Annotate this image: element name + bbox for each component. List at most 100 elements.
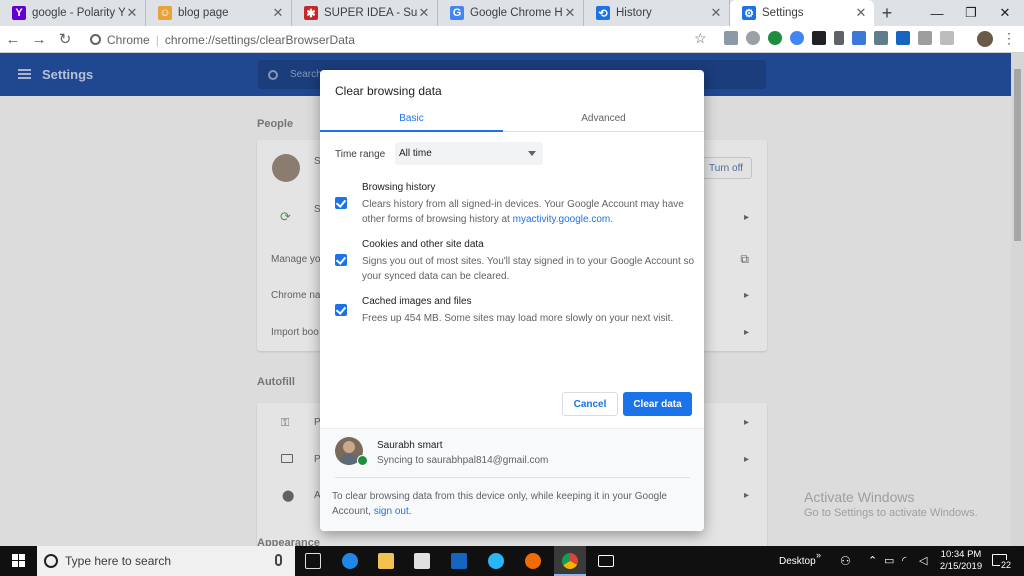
file-explorer-icon[interactable] [378,553,394,569]
extension-icon[interactable] [834,31,844,45]
extension-icon[interactable] [896,31,910,45]
account-sync-status: Syncing to saurabhpal814@gmail.com [377,455,549,466]
option-description: Clears history from all signed-in device… [362,197,697,227]
location-pin-icon: ⬤ [282,490,295,502]
section-title-appearance: Appearance [257,537,320,546]
people-row[interactable]: Chrome na [271,290,320,301]
firefox-icon[interactable] [525,553,541,569]
show-hidden-icons-icon[interactable]: ⌃ [868,554,877,567]
account-avatar [272,154,300,182]
extension-icon[interactable] [852,31,866,45]
reload-icon[interactable]: ↻ [52,26,78,53]
cached-images-checkbox[interactable] [335,304,347,316]
option-title: Cached images and files [362,296,472,307]
option-description-text: Signs you out of most sites. You'll stay… [362,256,695,282]
browsing-history-checkbox[interactable] [335,197,347,209]
tab-title: blog page [178,7,229,19]
extension-icon[interactable] [874,31,888,45]
forward-arrow-icon[interactable]: → [26,26,52,53]
browser-tab-blog[interactable]: ☺ blog page ✕ [146,0,292,26]
close-icon[interactable]: ✕ [125,5,139,21]
extension-icon[interactable] [790,31,804,45]
new-tab-button[interactable]: + [874,0,900,26]
close-window-icon[interactable]: ✕ [988,0,1022,26]
tab-title: Settings [762,7,804,19]
cancel-button[interactable]: Cancel [562,392,618,416]
minimize-icon[interactable]: — [920,0,954,26]
dropdown-caret-icon [528,151,536,156]
extension-icon[interactable] [768,31,782,45]
close-icon[interactable]: ✕ [709,5,723,21]
close-icon[interactable]: ✕ [854,5,868,21]
scrollbar-thumb[interactable] [1014,69,1021,241]
chevron-right-icon: ▸ [743,290,749,301]
desktop-toolbar-label[interactable]: Desktop [779,556,816,567]
tab-title: History [616,7,652,19]
browser-tab-yahoo[interactable]: Y google - Polarity Yahoo ✕ [0,0,146,26]
people-icon[interactable]: ⚇ [840,554,851,568]
back-arrow-icon[interactable]: ← [0,26,26,53]
browser-tab-chrome-history[interactable]: G Google Chrome Histor ✕ [438,0,584,26]
bookmark-star-icon[interactable]: ☆ [694,30,707,47]
sign-out-link[interactable]: sign out [374,506,409,517]
extension-icon[interactable] [724,31,738,45]
task-view-icon[interactable] [305,553,321,569]
internet-explorer-icon[interactable] [488,553,504,569]
mail-icon[interactable] [598,555,614,567]
cortana-icon [44,554,58,568]
gear-icon: ⚙ [742,6,756,20]
tab-basic[interactable]: Basic [320,105,503,132]
turn-off-sync-button[interactable]: Turn off [700,157,752,179]
browser-tab-settings[interactable]: ⚙ Settings ✕ [730,0,874,26]
chrome-icon [562,553,578,569]
close-icon[interactable]: ✕ [271,5,285,21]
restore-icon[interactable]: ❐ [954,0,988,26]
myactivity-link[interactable]: myactivity.google.com [513,214,611,225]
divider [335,477,690,478]
edge-icon[interactable] [342,553,358,569]
defender-icon[interactable] [451,553,467,569]
taskbar-search-input[interactable]: Type here to search [37,546,295,576]
address-bar[interactable]: Chrome | chrome://settings/clearBrowserD… [80,28,714,51]
hamburger-menu-icon[interactable] [18,69,31,79]
option-title: Browsing history [362,182,436,193]
close-icon[interactable]: ✕ [417,5,431,21]
chrome-taskbar-button[interactable] [554,546,586,576]
extension-icon[interactable] [940,31,954,45]
microphone-icon[interactable] [275,554,282,566]
taskbar-clock[interactable]: 10:34 PM 2/15/2019 [938,549,984,573]
people-row[interactable]: Manage yo [271,254,320,265]
option-description: Signs you out of most sites. You'll stay… [362,254,697,284]
wifi-icon[interactable]: ◜ [902,554,906,567]
person-icon: ☺ [158,6,172,20]
page-scrollbar[interactable] [1011,53,1024,546]
tab-advanced[interactable]: Advanced [503,105,704,131]
omnibox-separator: | [155,32,159,47]
volume-icon[interactable]: ◁ [919,554,927,567]
toolbar-expand-icon[interactable]: » [816,550,821,560]
close-icon[interactable]: ✕ [563,5,577,21]
browser-tab-history[interactable]: ⟲ History ✕ [584,0,730,26]
more-menu-icon[interactable]: ⋮ [1002,30,1016,47]
extension-icon[interactable] [812,31,826,45]
clock-time: 10:34 PM [940,549,982,560]
store-icon[interactable] [414,553,430,569]
battery-icon[interactable]: ▭ [884,554,894,567]
time-range-select[interactable]: All time [395,142,543,165]
url-text: chrome://settings/clearBrowserData [164,32,355,47]
chevron-right-icon: ▸ [743,212,749,223]
profile-avatar[interactable] [977,31,993,47]
extension-icon[interactable] [746,31,760,45]
extension-icon[interactable] [918,31,932,45]
watermark-line1: Activate Windows [804,489,915,505]
browser-tab-super-idea[interactable]: ✱ SUPER IDEA - Super ide ✕ [292,0,438,26]
section-title-people: People [257,118,294,130]
people-row[interactable]: Import boo [271,327,319,338]
cookies-checkbox[interactable] [335,254,347,266]
clear-data-button[interactable]: Clear data [623,392,692,416]
option-description-text: Frees up 454 MB. Some sites may load mor… [362,313,674,324]
account-name: Saurabh smart [377,440,443,451]
key-icon: ⚿ [281,417,290,429]
activate-windows-watermark: Activate Windows Go to Settings to activ… [804,489,978,519]
windows-start-icon[interactable] [12,554,26,568]
